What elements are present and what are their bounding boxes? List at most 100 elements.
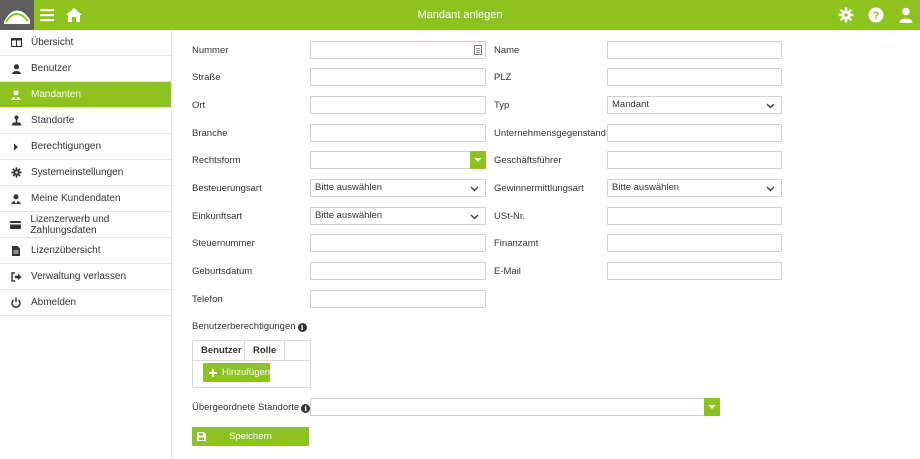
besteuerungsart-select[interactable]: Bitte auswählen xyxy=(310,179,486,197)
einkunftsart-label: Einkunftsart xyxy=(192,211,243,222)
ort-label: Ort xyxy=(192,100,206,111)
geburtsdatum-field[interactable] xyxy=(310,262,486,280)
uebergeordnete-standorte-label: Übergeordnete Standorte xyxy=(192,402,300,413)
geschaeftsfuehrer-field[interactable] xyxy=(607,151,782,169)
benutzerberechtigungen-heading: Benutzerberechtigungen i xyxy=(192,321,307,332)
plus-icon xyxy=(209,368,217,377)
customer-icon xyxy=(10,193,22,205)
location-icon xyxy=(10,115,22,127)
add-permission-label: Hinzufügen xyxy=(222,367,271,378)
chevron-down-icon xyxy=(766,100,775,116)
sidebar-item-systemeinstellungen[interactable]: Systemeinstellungen xyxy=(0,160,171,186)
sidebar-item-label: Meine Kundendaten xyxy=(31,193,121,204)
rechtsform-label: Rechtsform xyxy=(192,155,241,166)
sidebar-item-abmelden[interactable]: Abmelden xyxy=(0,290,171,316)
page-title: Mandant anlegen xyxy=(417,9,503,21)
gewinnermittlungsart-select[interactable]: Bitte auswählen xyxy=(607,179,782,197)
telefon-label: Telefon xyxy=(192,294,223,305)
sidebar-item-uebersicht[interactable]: Übersicht xyxy=(0,30,171,56)
user-icon xyxy=(10,63,22,75)
besteuerungsart-label: Besteuerungsart xyxy=(192,183,262,194)
client-icon xyxy=(10,89,22,101)
client-form: Nummer Name Straße PLZ Ort Typ Mandant B… xyxy=(172,30,920,459)
sidebar-item-label: Benutzer xyxy=(31,63,72,74)
sidebar: Übersicht Benutzer Mandanten Standorte B… xyxy=(0,30,172,459)
email-field[interactable] xyxy=(607,262,782,280)
name-field[interactable] xyxy=(607,41,782,59)
sidebar-item-berechtigungen[interactable]: Berechtigungen xyxy=(0,134,171,160)
home-icon[interactable] xyxy=(64,5,84,25)
uebergeordnete-standorte-combobox[interactable] xyxy=(310,398,720,416)
table-header: Benutzer Rolle xyxy=(193,341,310,361)
sidebar-item-label: Systemeinstellungen xyxy=(31,167,124,178)
uebergeordnete-standorte-heading: Übergeordnete Standorte i xyxy=(192,402,311,413)
gear-icon xyxy=(10,167,22,179)
settings-icon[interactable] xyxy=(836,5,856,25)
name-label: Name xyxy=(494,45,520,56)
sign-out-icon xyxy=(10,271,22,283)
plz-field[interactable] xyxy=(607,68,782,86)
power-icon xyxy=(10,297,22,309)
menu-icon[interactable] xyxy=(37,5,57,25)
ort-field[interactable] xyxy=(310,96,486,114)
sidebar-item-lizenzerwerb[interactable]: Lizenzerwerb und Zahlungsdaten xyxy=(0,212,171,238)
add-permission-button[interactable]: Hinzufügen xyxy=(203,363,270,382)
help-icon[interactable]: ? xyxy=(866,5,886,25)
dropdown-button[interactable] xyxy=(704,398,720,416)
credit-card-icon xyxy=(10,219,22,231)
list-icon[interactable] xyxy=(474,45,482,58)
sidebar-item-lizenzuebersicht[interactable]: Lizenzübersicht xyxy=(0,238,171,264)
column-header-rolle: Rolle xyxy=(245,341,285,360)
dropdown-button[interactable] xyxy=(470,151,486,169)
save-button[interactable]: Speichern xyxy=(192,427,309,446)
einkunftsart-value: Bitte auswählen xyxy=(315,210,383,221)
chevron-down-icon xyxy=(470,211,479,227)
ustnr-label: USt-Nr. xyxy=(494,211,526,222)
email-label: E-Mail xyxy=(494,266,521,277)
finanzamt-field[interactable] xyxy=(607,234,782,252)
sidebar-item-label: Standorte xyxy=(31,115,75,126)
plz-label: PLZ xyxy=(494,72,512,83)
rechtsform-combobox[interactable] xyxy=(310,151,486,169)
info-icon[interactable]: i xyxy=(297,323,307,332)
sidebar-item-label: Übersicht xyxy=(31,37,74,48)
sidebar-item-meine-kundendaten[interactable]: Meine Kundendaten xyxy=(0,186,171,212)
steuernummer-label: Steuernummer xyxy=(192,238,255,249)
strasse-field[interactable] xyxy=(310,68,486,86)
sidebar-item-mandanten[interactable]: Mandanten xyxy=(0,82,171,108)
finanzamt-label: Finanzamt xyxy=(494,238,539,249)
benutzerberechtigungen-label: Benutzerberechtigungen xyxy=(192,321,296,332)
besteuerungsart-value: Bitte auswählen xyxy=(315,182,383,193)
sidebar-item-verwaltung-verlassen[interactable]: Verwaltung verlassen xyxy=(0,264,171,290)
logo-icon[interactable] xyxy=(0,0,34,30)
chevron-down-icon xyxy=(766,183,775,199)
geschaeftsfuehrer-label: Geschäftsführer xyxy=(494,155,562,166)
typ-select[interactable]: Mandant xyxy=(607,96,782,114)
sidebar-item-standorte[interactable]: Standorte xyxy=(0,108,171,134)
user-icon[interactable] xyxy=(896,5,916,25)
geburtsdatum-label: Geburtsdatum xyxy=(192,266,253,277)
branche-field[interactable] xyxy=(310,124,486,142)
sidebar-item-label: Verwaltung verlassen xyxy=(31,271,127,282)
sidebar-item-label: Lizenzerwerb und Zahlungsdaten xyxy=(30,213,110,236)
steuernummer-field[interactable] xyxy=(310,234,486,252)
info-icon[interactable]: i xyxy=(301,404,311,413)
column-header-benutzer: Benutzer xyxy=(193,341,245,360)
chevron-down-icon xyxy=(470,183,479,199)
sidebar-item-benutzer[interactable]: Benutzer xyxy=(0,56,171,82)
einkunftsart-select[interactable]: Bitte auswählen xyxy=(310,207,486,225)
gewinnermittlungsart-label: Gewinnermittlungsart xyxy=(494,183,584,194)
ustnr-field[interactable] xyxy=(607,207,782,225)
unternehmensgegenstand-field[interactable] xyxy=(607,124,782,142)
unternehmensgegenstand-label: Unternehmensgegenstand xyxy=(494,128,606,139)
top-bar: Mandant anlegen ? xyxy=(0,0,920,30)
caret-right-icon xyxy=(10,141,22,153)
nummer-field[interactable] xyxy=(310,41,486,59)
save-label: Speichern xyxy=(229,431,272,442)
svg-text:?: ? xyxy=(873,10,880,22)
sidebar-item-label: Lizenzübersicht xyxy=(31,245,101,256)
table-icon xyxy=(10,37,22,49)
sidebar-item-label: Berechtigungen xyxy=(31,141,102,152)
telefon-field[interactable] xyxy=(310,290,486,308)
typ-value: Mandant xyxy=(612,99,649,110)
